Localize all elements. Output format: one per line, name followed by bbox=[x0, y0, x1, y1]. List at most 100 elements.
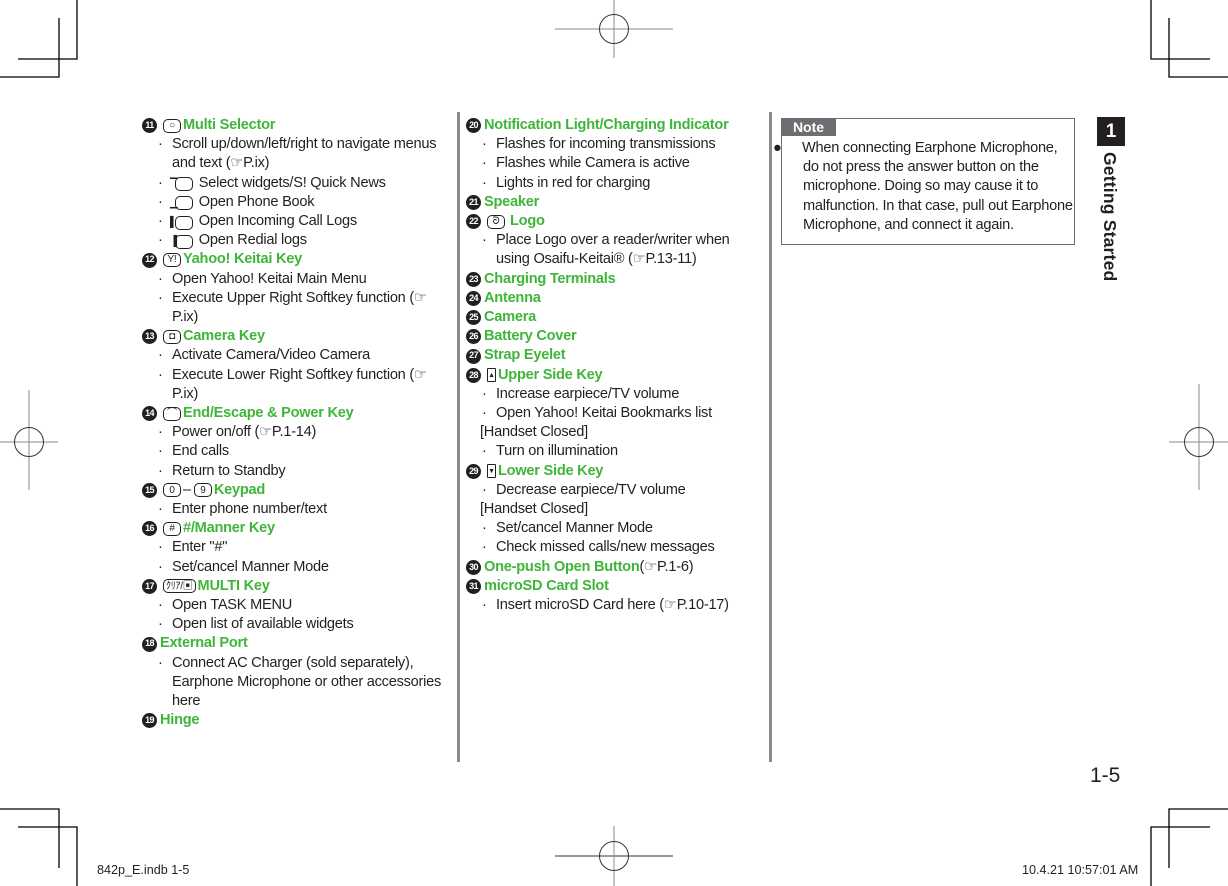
bullet-item: · Insert microSD Card here (☞P.10-17) bbox=[466, 596, 766, 615]
part-heading: 30 One-push Open Button (☞P.1-6) bbox=[466, 558, 766, 577]
bullet-text: Execute Upper Right Softkey function (☞P… bbox=[172, 289, 427, 326]
subsection-label: [Handset Closed] bbox=[480, 501, 588, 518]
bullet-item: · End calls bbox=[142, 442, 452, 461]
upper-side-key-icon: ▲ bbox=[487, 368, 496, 383]
part-title: microSD Card Slot bbox=[484, 577, 609, 594]
part-number-badge: 17 bbox=[142, 578, 157, 594]
bullet-dot: · bbox=[158, 136, 163, 153]
bullet-item: · Execute Lower Right Softkey function (☞… bbox=[142, 366, 452, 404]
bullet-text: Connect AC Charger (sold separately), Ea… bbox=[172, 654, 442, 710]
bullet-text: Insert microSD Card here (☞P.10-17) bbox=[496, 597, 729, 614]
bullet-text: Enter "#" bbox=[172, 539, 228, 556]
note-label: Note bbox=[781, 118, 836, 136]
part-number-badge: 23 bbox=[466, 271, 481, 287]
registration-mark-right bbox=[1169, 384, 1228, 490]
part-number-badge: 22 bbox=[466, 214, 481, 230]
bullet-dot: · bbox=[482, 520, 487, 537]
chapter-title: Getting Started bbox=[1100, 152, 1120, 282]
bullet-dot: · bbox=[158, 366, 163, 383]
felica-logo-icon: ᘐ bbox=[487, 214, 505, 229]
bullet-item: · Scroll up/down/left/right to navigate m… bbox=[142, 135, 452, 173]
part-heading: 15 0 – 9 Keypad bbox=[142, 481, 452, 500]
bullet-item: · Open Yahoo! Keitai Bookmarks list bbox=[466, 404, 766, 423]
bullet-dot: · bbox=[158, 558, 163, 575]
note-content: ● When connecting Earphone Microphone, do… bbox=[773, 139, 1073, 235]
bullet-text: Check missed calls/new messages bbox=[496, 539, 715, 556]
bullet-dot: · bbox=[158, 424, 163, 441]
part-title: Camera bbox=[484, 309, 537, 326]
part-heading: 11 ○ Multi Selector bbox=[142, 116, 452, 135]
crop-mark-bottom-left bbox=[0, 808, 78, 886]
bullet-dot: · bbox=[158, 443, 163, 460]
bullet-item: · Lights in red for charging bbox=[466, 174, 766, 193]
bullet-dot: · bbox=[482, 136, 487, 153]
bullet-text: Set/cancel Manner Mode bbox=[496, 520, 653, 537]
crop-mark-top-left bbox=[0, 0, 78, 78]
bullet-text: Turn on illumination bbox=[496, 443, 618, 460]
part-heading: 14 ⌒ End/Escape & Power Key bbox=[142, 404, 452, 423]
bullet-item: · Connect AC Charger (sold separately), E… bbox=[142, 654, 452, 712]
bullet-text: Increase earpiece/TV volume bbox=[496, 385, 680, 402]
part-item: 22 ᘐ Logo · Place Logo over a reader/writer … bbox=[466, 212, 766, 270]
part-title: Speaker bbox=[484, 193, 540, 210]
part-title: Logo bbox=[510, 213, 545, 230]
bullet-text: Enter phone number/text bbox=[172, 501, 327, 518]
part-item: 18 External Port · Connect AC Charger (sold… bbox=[142, 634, 452, 711]
bullet-item: · Set/cancel Manner Mode bbox=[142, 558, 452, 577]
part-item: 17 ｸﾘｱ/▣ MULTI Key · Open TASK MENU · Open lis… bbox=[142, 577, 452, 635]
bullet-text: Open Incoming Call Logs bbox=[195, 213, 357, 230]
part-title: Antenna bbox=[484, 289, 541, 306]
bullet-text: Activate Camera/Video Camera bbox=[172, 347, 370, 364]
part-title: #/Manner Key bbox=[183, 520, 275, 537]
part-item: 23 Charging Terminals bbox=[466, 270, 766, 289]
part-heading: 29 ▼ Lower Side Key bbox=[466, 462, 766, 481]
bullet-item: · Place Logo over a reader/writer when us… bbox=[466, 231, 766, 269]
part-heading: 22 ᘐ Logo bbox=[466, 212, 766, 231]
page-number: 1-5 bbox=[1090, 764, 1121, 787]
part-title: Keypad bbox=[213, 481, 266, 498]
bullet-dot: · bbox=[482, 443, 487, 460]
subsection-label: [Handset Closed] bbox=[480, 424, 588, 441]
part-title: Multi Selector bbox=[183, 117, 276, 133]
bullet-icon: ● bbox=[773, 140, 782, 156]
part-item: 29 ▼ Lower Side Key · Decrease earpiece/TV v… bbox=[466, 462, 766, 558]
part-heading: 20 Notification Light/Charging Indicator bbox=[466, 116, 766, 135]
key-9-icon: 9 bbox=[193, 483, 212, 498]
part-number-badge: 13 bbox=[142, 329, 157, 345]
part-number-badge: 16 bbox=[142, 521, 157, 537]
page-reference: (☞P.1-6) bbox=[639, 558, 694, 575]
bullet-dot: · bbox=[482, 481, 487, 498]
bullet-item: · ▌ Open Incoming Call Logs bbox=[142, 212, 452, 231]
parts-list-column-2: 20 Notification Light/Charging Indicator ·… bbox=[466, 116, 766, 615]
selector-up-icon: ▔ bbox=[170, 177, 193, 192]
part-item: 21 Speaker bbox=[466, 193, 766, 212]
bullet-text: Open Redial logs bbox=[195, 232, 307, 249]
part-item: 27 Strap Eyelet bbox=[466, 346, 766, 365]
bullet-text: Open Yahoo! Keitai Bookmarks list bbox=[496, 405, 712, 422]
part-heading: 12 Y! Yahoo! Keitai Key bbox=[142, 250, 452, 269]
part-heading: 26 Battery Cover bbox=[466, 327, 766, 346]
part-number-badge: 19 bbox=[142, 713, 157, 729]
part-heading: 16 # #/Manner Key bbox=[142, 519, 452, 538]
part-item: 31 microSD Card Slot · Insert microSD Card … bbox=[466, 577, 766, 615]
crop-mark-bottom-right bbox=[1150, 808, 1228, 886]
bullet-dot: · bbox=[482, 232, 487, 249]
part-number-badge: 20 bbox=[466, 118, 481, 134]
lower-side-key-icon: ▼ bbox=[487, 464, 496, 479]
part-title: Camera Key bbox=[183, 328, 265, 345]
bullet-item: · ▁ Open Phone Book bbox=[142, 193, 452, 212]
end-key-icon: ⌒ bbox=[163, 406, 181, 421]
part-item: 16 # #/Manner Key · Enter "#" · Set/cancel Man… bbox=[142, 519, 452, 577]
part-heading: 23 Charging Terminals bbox=[466, 270, 766, 289]
bullet-text: End calls bbox=[172, 443, 229, 460]
crop-mark-top-right bbox=[1150, 0, 1228, 78]
bullet-item: · ▔ Select widgets/S! Quick News bbox=[142, 174, 452, 193]
parts-list-column-1: 11 ○ Multi Selector · Scroll up/down/left/ri… bbox=[142, 116, 452, 731]
bullet-text: Decrease earpiece/TV volume bbox=[496, 481, 686, 498]
part-item: 30 One-push Open Button (☞P.1-6) bbox=[466, 558, 766, 577]
selector-right-icon: ▐ bbox=[170, 234, 193, 249]
multi-key-icon: ｸﾘｱ/▣ bbox=[163, 579, 196, 594]
bullet-dot: · bbox=[158, 501, 163, 518]
range-separator: – bbox=[183, 481, 191, 498]
part-title: End/Escape & Power Key bbox=[183, 405, 354, 422]
